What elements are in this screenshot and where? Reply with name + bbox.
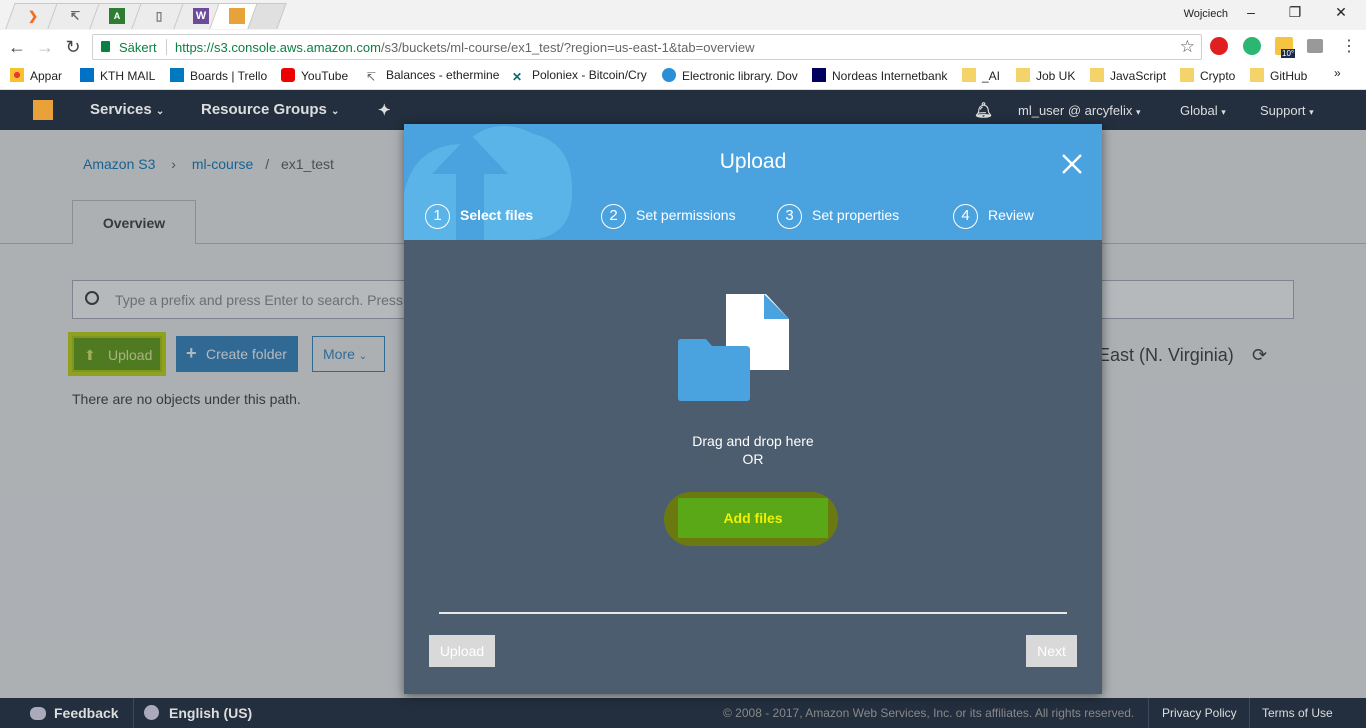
step-review[interactable]: 4 Review xyxy=(953,204,1034,229)
bookmark-item[interactable]: Electronic library. Dov xyxy=(662,68,798,83)
next-button[interactable]: Next xyxy=(1026,635,1077,667)
bookmark-item[interactable]: ✕ Poloniex - Bitcoin/Cry xyxy=(512,68,647,84)
secure-label: Säkert xyxy=(119,40,157,55)
step-set-properties[interactable]: 3 Set properties xyxy=(777,204,899,229)
bookmark-item[interactable]: Boards | Trello xyxy=(170,68,267,83)
minimize-button[interactable]: – xyxy=(1236,4,1266,24)
close-icon[interactable] xyxy=(1060,152,1084,176)
folder-icon xyxy=(962,68,976,82)
bookmark-item[interactable]: Nordeas Internetbank xyxy=(812,68,947,83)
url-host: https://s3.console.aws.amazon.com xyxy=(175,40,381,55)
browser-tab-strip: ❯ ↸ A ▯ W Wojciech – ❐ ✕ xyxy=(0,0,1366,30)
chevron-down-icon: ▾ xyxy=(1135,107,1141,117)
drag-drop-text: Drag and drop here xyxy=(692,433,814,449)
address-bar-row: ← → ↻ Säkert https://s3.console.aws.amaz… xyxy=(0,30,1366,64)
services-menu[interactable]: Services ⌄ xyxy=(90,101,164,118)
bookmarks-overflow-button[interactable]: » xyxy=(1334,66,1341,80)
bell-icon[interactable]: 🔔︎ xyxy=(974,101,993,119)
support-menu[interactable]: Support ▾ xyxy=(1260,103,1314,118)
restore-button[interactable]: ❐ xyxy=(1280,4,1310,24)
url-path: /s3/buckets/ml-course/ex1_test/?region=u… xyxy=(380,40,755,55)
modal-title: Upload xyxy=(719,150,787,173)
copyright-text: © 2008 - 2017, Amazon Web Services, Inc.… xyxy=(723,706,1135,720)
ethermine-icon: ↸ xyxy=(69,9,81,23)
window-user: Wojciech xyxy=(1183,8,1228,20)
step-set-permissions[interactable]: 2 Set permissions xyxy=(601,204,736,229)
bookmark-item[interactable]: YouTube xyxy=(281,68,348,83)
url-bar[interactable]: Säkert https://s3.console.aws.amazon.com… xyxy=(92,34,1202,60)
speech-bubble-icon xyxy=(30,707,46,720)
step-select-files[interactable]: 1 Select files xyxy=(425,204,533,229)
trello-icon xyxy=(170,68,184,82)
ethermine-icon: ↸ xyxy=(366,70,377,84)
aws-footer: Feedback English (US) © 2008 - 2017, Ama… xyxy=(0,698,1366,728)
folder-icon xyxy=(1016,68,1030,82)
bookmark-folder[interactable]: GitHub xyxy=(1250,68,1307,83)
menu-icon[interactable]: ⋮ xyxy=(1338,36,1360,58)
bookmark-item[interactable]: KTH MAIL xyxy=(80,68,155,83)
w-icon: W xyxy=(193,8,209,24)
document-icon: ▯ xyxy=(155,9,163,23)
chevron-down-icon: ▾ xyxy=(1221,107,1226,117)
reload-icon[interactable]: ↻ xyxy=(62,36,84,58)
app-icon: A xyxy=(109,8,125,24)
globe-icon xyxy=(662,68,676,82)
nordea-icon xyxy=(812,68,826,82)
chevron-down-icon: ⌄ xyxy=(331,106,340,117)
folder-icon xyxy=(1090,68,1104,82)
mail-icon[interactable] xyxy=(1307,39,1323,53)
bookmark-item[interactable]: ↸ Balances - ethermine xyxy=(366,68,499,84)
url-text: https://s3.console.aws.amazon.com/s3/buc… xyxy=(175,40,755,55)
bookmark-item[interactable]: Appar xyxy=(10,68,62,83)
apps-grid-icon xyxy=(10,68,24,82)
terminal-icon: ❯ xyxy=(27,9,39,23)
bookmark-star-icon[interactable]: ☆ xyxy=(1180,37,1195,57)
divider xyxy=(166,39,167,55)
lock-icon xyxy=(101,41,110,52)
weather-badge: 10° xyxy=(1281,49,1296,58)
aws-logo-icon[interactable] xyxy=(33,100,53,120)
pin-icon[interactable]: ✦ xyxy=(378,101,391,119)
bookmark-folder[interactable]: Job UK xyxy=(1016,68,1075,83)
outlook-icon xyxy=(80,68,94,82)
folder-icon xyxy=(1180,68,1194,82)
divider xyxy=(133,698,134,728)
forward-icon[interactable]: → xyxy=(34,36,56,58)
back-icon[interactable]: ← xyxy=(6,36,28,58)
opera-icon[interactable] xyxy=(1210,37,1228,55)
resource-groups-menu[interactable]: Resource Groups ⌄ xyxy=(201,101,339,118)
language-selector[interactable]: English (US) xyxy=(144,705,252,721)
upload-modal: Upload 1 Select files 2 Set permissions 3S… xyxy=(404,124,1102,694)
youtube-icon xyxy=(281,68,295,82)
region-menu[interactable]: Global ▾ xyxy=(1180,103,1226,118)
divider xyxy=(1148,698,1149,728)
file-folder-icon xyxy=(678,294,789,401)
globe-icon xyxy=(144,705,159,720)
aws-cube-icon xyxy=(229,8,245,24)
bookmark-folder[interactable]: _AI xyxy=(962,68,1000,83)
folder-icon xyxy=(1250,68,1264,82)
bookmark-folder[interactable]: Crypto xyxy=(1180,68,1235,83)
bookmarks-bar: Appar KTH MAIL Boards | Trello YouTube ↸… xyxy=(0,64,1366,90)
chevron-down-icon: ▾ xyxy=(1309,107,1314,117)
progress-divider xyxy=(439,612,1067,614)
divider xyxy=(1249,698,1250,728)
chevron-down-icon: ⌄ xyxy=(155,106,165,117)
bookmark-folder[interactable]: JavaScript xyxy=(1090,68,1166,83)
modal-header: Upload 1 Select files 2 Set permissions 3S… xyxy=(404,124,1102,240)
chat-icon[interactable] xyxy=(1243,37,1261,55)
close-window-button[interactable]: ✕ xyxy=(1326,4,1356,24)
privacy-policy-link[interactable]: Privacy Policy xyxy=(1162,706,1237,720)
modal-upload-button[interactable]: Upload xyxy=(429,635,495,667)
feedback-link[interactable]: Feedback xyxy=(30,705,119,721)
or-text: OR xyxy=(742,451,764,467)
account-menu[interactable]: ml_user @ arcyfelix ▾ xyxy=(1018,103,1141,118)
terms-of-use-link[interactable]: Terms of Use xyxy=(1262,706,1333,720)
add-files-button[interactable]: Add files xyxy=(678,498,828,538)
poloniex-icon: ✕ xyxy=(512,70,523,84)
